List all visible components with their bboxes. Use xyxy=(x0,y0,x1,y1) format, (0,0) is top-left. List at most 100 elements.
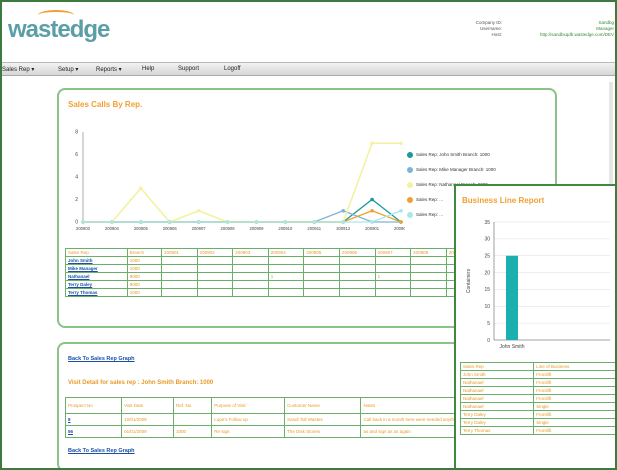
calls-cell xyxy=(338,256,376,265)
calls-cell xyxy=(161,256,198,265)
sales-col-header: 200904 xyxy=(267,248,305,257)
bl-line-cell: Frontlift xyxy=(533,386,615,395)
x-tick-label: John Smith xyxy=(499,344,524,350)
menu-support[interactable]: Support xyxy=(178,66,199,72)
y-tick-label: 8 xyxy=(75,130,78,136)
calls-cell xyxy=(267,280,305,289)
table-row: Terry Daley Frontlift xyxy=(459,410,615,419)
app-window: wastedge Company ID: Username: Host: San… xyxy=(0,0,617,470)
branch-cell: 1000 xyxy=(126,264,163,273)
data-point xyxy=(110,220,114,224)
table-row: Terry Daley Single xyxy=(459,418,615,427)
sales-col-header: 200908 xyxy=(410,248,447,257)
back-to-graph-link[interactable]: Back To Sales Rep Graph xyxy=(68,356,135,362)
legend-item: Sales Rep: Mike Manager Branch: 1000 xyxy=(407,167,496,173)
sales-rep-link[interactable]: Terry Daley xyxy=(65,280,128,289)
visit-cell: The Disk Stories xyxy=(284,425,362,438)
visit-detail-title: Visit Detail for sales rep : John Smith … xyxy=(68,380,214,386)
wastedge-logo: wastedge xyxy=(8,10,110,44)
prospect-link[interactable]: 56 xyxy=(64,425,123,438)
data-point xyxy=(196,208,201,213)
logo-swoosh xyxy=(38,10,74,20)
calls-cell xyxy=(196,288,234,297)
visit-col-header: Visit Date xyxy=(121,397,175,414)
business-line-popup: Business Line Report 0 5 10 15 20 25 30 35 Conta… xyxy=(454,184,615,468)
calls-cell xyxy=(338,280,376,289)
back-to-graph-link-bottom[interactable]: Back To Sales Rep Graph xyxy=(68,448,135,454)
visit-col-header: Prospect No xyxy=(64,397,123,414)
table-row: Nathanael Frontlift xyxy=(459,386,615,395)
calls-cell xyxy=(196,280,234,289)
data-point xyxy=(399,208,403,213)
x-tick-label: 200909 xyxy=(249,226,264,231)
sales-col-header: 200906 xyxy=(338,248,376,257)
x-tick-label: 200910 xyxy=(278,226,293,231)
calls-cell xyxy=(161,288,198,297)
sales-rep-link[interactable]: John Smith xyxy=(65,256,128,265)
calls-cell xyxy=(232,288,269,297)
header: wastedge Company ID: Username: Host: San… xyxy=(2,2,615,62)
sales-col-header: 200902 xyxy=(196,248,234,257)
data-point xyxy=(254,220,259,224)
bl-sales-rep-cell: Nathanael xyxy=(459,402,535,411)
table-row: John Smith Frontlift xyxy=(459,370,615,379)
x-tick-label: 200901 xyxy=(365,226,380,231)
calls-cell xyxy=(196,264,234,273)
table-row: Nathanael Single xyxy=(459,402,615,411)
host-label: Host: xyxy=(491,32,502,37)
y-axis-label: Containers xyxy=(466,268,472,293)
legend-label: Sales Rep: John Smith Branch: 1000 xyxy=(416,152,490,158)
bl-line-cell: Single xyxy=(533,418,615,427)
visit-cell: Re sign xyxy=(211,425,286,438)
business-line-header-row: Sales Rep Line of Business xyxy=(459,362,615,371)
bl-line-cell: Frontlift xyxy=(533,370,615,379)
bl-sales-rep-cell: Nathanael xyxy=(459,386,535,395)
calls-cell xyxy=(338,288,376,297)
data-point xyxy=(139,186,143,191)
bl-sales-rep-cell: Terry Thomas xyxy=(459,426,535,435)
calls-cell xyxy=(410,272,447,281)
bl-sales-rep-cell: Terry Daley xyxy=(459,410,535,419)
prospect-link[interactable]: 8 xyxy=(64,413,123,426)
col-line-of-business: Line of Business xyxy=(533,362,615,371)
bl-sales-rep-cell: John Smith xyxy=(459,370,535,379)
sales-col-header: 200903 xyxy=(232,248,269,257)
calls-cell xyxy=(232,256,269,265)
menu-logoff[interactable]: Logoff xyxy=(224,66,241,72)
menu-setup[interactable]: Setup ▾ xyxy=(58,66,78,73)
y-tick-label: 0 xyxy=(75,220,78,226)
data-point xyxy=(81,220,85,224)
sales-rep-link[interactable]: Mike Manager xyxy=(65,264,128,273)
data-point xyxy=(341,208,345,213)
sales-calls-title: Sales Calls By Rep. xyxy=(68,100,143,109)
legend-swatch xyxy=(407,212,413,218)
bl-sales-rep-cell: Terry Daley xyxy=(459,418,535,427)
sales-rep-link[interactable]: Terry Thomas xyxy=(65,288,128,297)
data-point xyxy=(370,141,374,146)
x-tick-label: 200903 xyxy=(76,226,91,231)
legend-label: Sales Rep: ... xyxy=(416,212,444,218)
calls-cell xyxy=(303,256,340,265)
header-labels: Company ID: Username: Host: xyxy=(442,20,502,38)
legend-item: Sales Rep: John Smith Branch: 1000 xyxy=(407,152,490,158)
calls-cell xyxy=(196,272,234,281)
y-tick-label: 6 xyxy=(75,152,78,158)
menu-reports[interactable]: Reports ▾ xyxy=(96,66,122,73)
calls-cell xyxy=(232,264,269,273)
calls-cell xyxy=(303,272,340,281)
main-menu-bar: Sales Rep ▾ Setup ▾ Reports ▾ Help Suppo… xyxy=(2,62,615,76)
bl-line-cell: Frontlift xyxy=(533,410,615,419)
x-tick-label: 200904 xyxy=(105,226,120,231)
header-values: Sandbg Manager http://sandbxqdb.wastedge… xyxy=(506,20,614,38)
calls-cell xyxy=(267,288,305,297)
menu-help[interactable]: Help xyxy=(142,66,154,72)
calls-cell xyxy=(410,288,447,297)
branch-cell: 1000 xyxy=(126,288,163,297)
calls-cell xyxy=(267,256,305,265)
sales-rep-link[interactable]: Nathanael xyxy=(65,272,128,281)
branch-cell: 9000 xyxy=(126,272,163,281)
data-point xyxy=(196,220,201,224)
data-point xyxy=(370,208,374,213)
x-tick-label: 200908 xyxy=(221,226,236,231)
menu-sales-rep[interactable]: Sales Rep ▾ xyxy=(2,66,34,73)
